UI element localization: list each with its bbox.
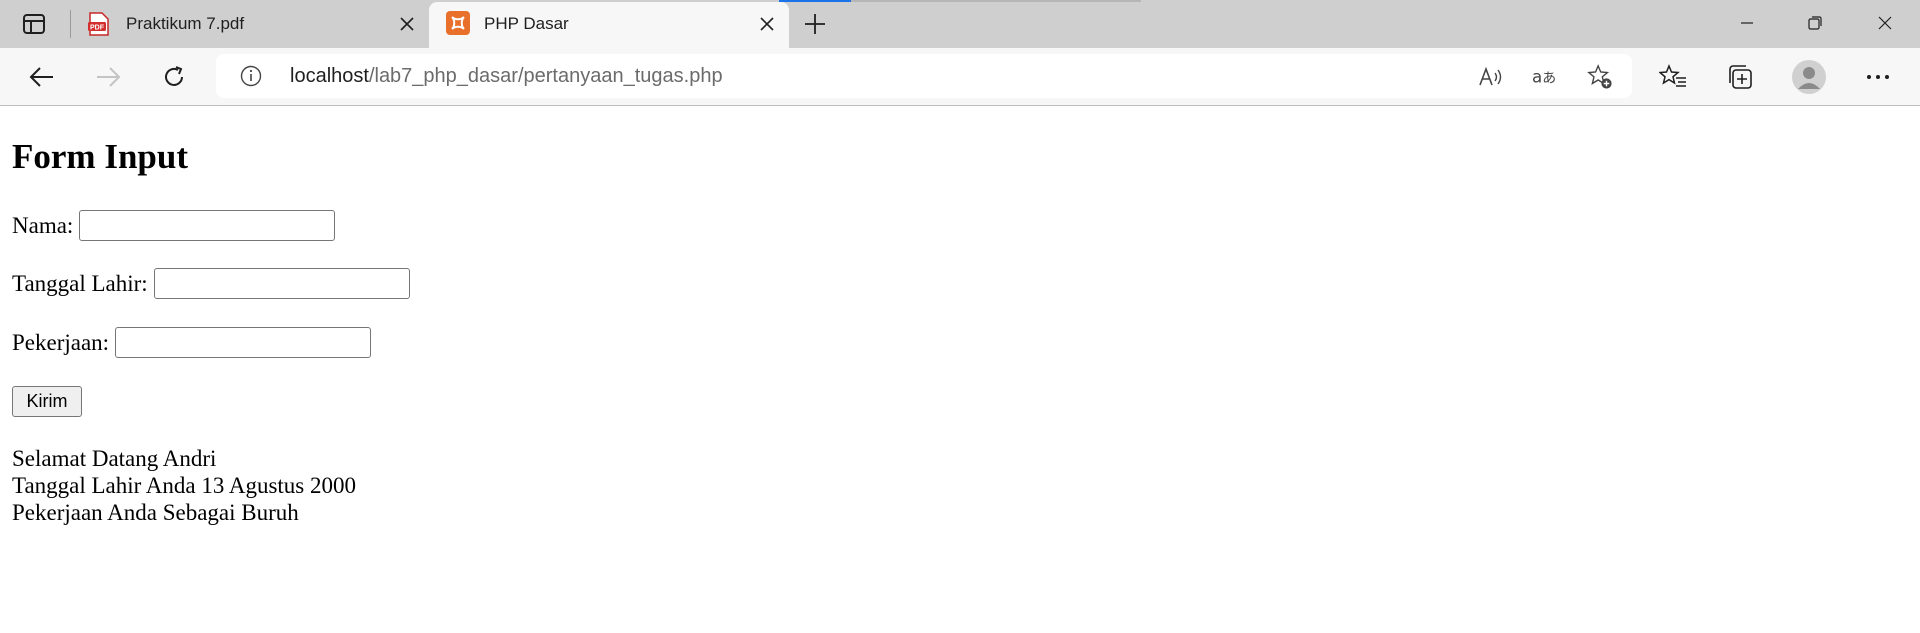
tanggal-lahir-input[interactable]	[153, 268, 410, 299]
pekerjaan-row: Pekerjaan:	[12, 327, 372, 358]
favorites-button[interactable]	[1658, 62, 1688, 92]
tanggal-lahir-label: Tanggal Lahir:	[12, 270, 148, 296]
browser-toolbar: localhost/lab7_php_dasar/pertanyaan_tuga…	[0, 48, 1920, 106]
pdf-icon: PDF	[88, 12, 110, 36]
svg-text:あ: あ	[1542, 71, 1556, 87]
more-horizontal-icon	[1867, 75, 1889, 79]
favorites-icon	[1659, 64, 1686, 87]
add-favorite-icon[interactable]	[1587, 64, 1613, 90]
close-tab-icon[interactable]	[397, 14, 417, 34]
page-content: Form Input Nama: Tanggal Lahir: Pekerjaa…	[0, 107, 1920, 633]
greeting-text: Selamat Datang Andri	[12, 446, 217, 471]
pekerjaan-input[interactable]	[115, 327, 372, 358]
page-title: Form Input	[12, 137, 188, 176]
back-button[interactable]	[24, 60, 60, 94]
nama-label: Nama:	[12, 212, 74, 238]
svg-text:a: a	[1532, 67, 1542, 87]
arrow-right-icon	[97, 67, 121, 87]
tab-loading-indicator	[779, 0, 851, 2]
minimize-button[interactable]	[1714, 0, 1780, 46]
tab-loading-track	[851, 0, 1141, 2]
tab-actions-icon	[23, 14, 45, 34]
birthdate-text: Tanggal Lahir Anda 13 Agustus 2000	[12, 473, 356, 498]
plus-icon	[805, 14, 825, 34]
translate-icon[interactable]: aあ	[1532, 64, 1558, 90]
more-options-button[interactable]	[1863, 62, 1893, 92]
occupation-text: Pekerjaan Anda Sebagai Buruh	[12, 500, 299, 525]
arrow-left-icon	[29, 67, 53, 87]
url-text[interactable]: localhost/lab7_php_dasar/pertanyaan_tuga…	[290, 65, 723, 88]
xampp-icon	[446, 11, 470, 35]
pekerjaan-label: Pekerjaan:	[12, 329, 110, 355]
tanggal-lahir-row: Tanggal Lahir:	[12, 268, 410, 299]
close-tab-icon[interactable]	[757, 14, 777, 34]
tab-strip: PDF Praktikum 7.pdf PHP Dasar	[0, 0, 1920, 48]
collections-button[interactable]	[1725, 62, 1755, 92]
forward-button[interactable]	[90, 60, 126, 94]
close-icon	[1878, 16, 1892, 30]
restore-button[interactable]	[1782, 0, 1848, 46]
result-output: Selamat Datang Andri Tanggal Lahir Anda …	[12, 445, 356, 526]
kirim-button[interactable]: Kirim	[12, 386, 82, 417]
refresh-icon	[165, 66, 183, 86]
address-bar[interactable]: localhost/lab7_php_dasar/pertanyaan_tuga…	[216, 54, 1632, 98]
tab-title: PHP Dasar	[484, 14, 569, 33]
tab-php-dasar[interactable]: PHP Dasar	[429, 2, 789, 48]
avatar-icon	[1792, 60, 1826, 94]
info-icon[interactable]	[240, 65, 262, 87]
minimize-icon	[1741, 22, 1753, 24]
nama-row: Nama:	[12, 210, 336, 241]
reload-button[interactable]	[156, 60, 192, 94]
svg-text:PDF: PDF	[90, 25, 105, 32]
profile-avatar[interactable]	[1792, 60, 1826, 94]
restore-icon	[1808, 16, 1822, 30]
close-window-button[interactable]	[1852, 0, 1918, 46]
nama-input[interactable]	[79, 210, 336, 241]
collections-icon	[1729, 65, 1752, 89]
new-tab-button[interactable]	[802, 11, 828, 37]
tab-praktikum-pdf[interactable]: PDF Praktikum 7.pdf	[72, 0, 429, 48]
url-path: /lab7_php_dasar/pertanyaan_tugas.php	[368, 65, 723, 87]
url-host: localhost	[290, 65, 369, 87]
tab-actions-button[interactable]	[20, 12, 48, 36]
read-aloud-icon[interactable]	[1478, 64, 1504, 90]
tab-separator	[70, 10, 71, 38]
tab-title: Praktikum 7.pdf	[126, 14, 245, 33]
